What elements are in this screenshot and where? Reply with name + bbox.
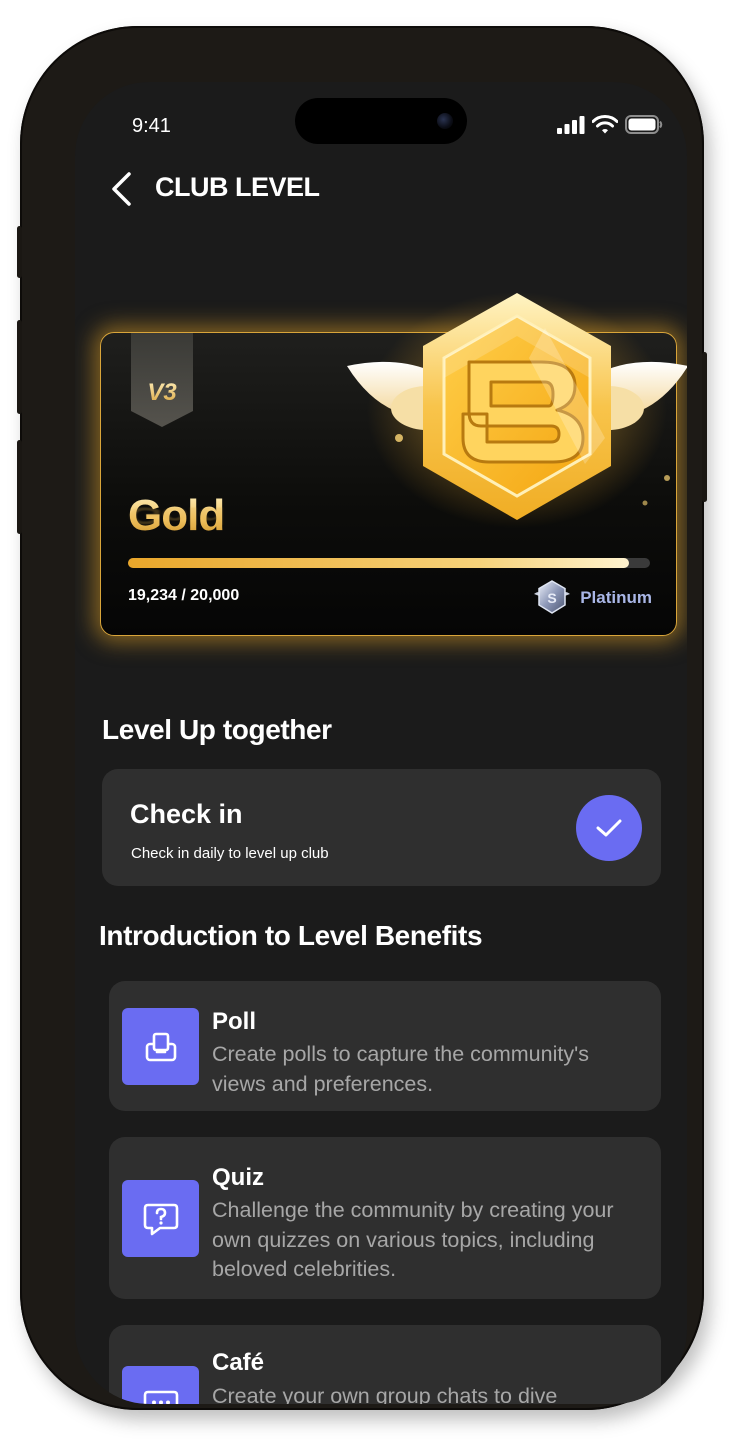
dynamic-island bbox=[295, 98, 467, 144]
wifi-icon bbox=[592, 115, 618, 134]
status-time: 9:41 bbox=[132, 115, 171, 137]
gold-level-badge-icon bbox=[347, 292, 687, 528]
benefits-section-title: Introduction to Level Benefits bbox=[99, 920, 483, 951]
tier-name-reflection: Gold bbox=[128, 502, 225, 529]
checkin-title: Check in bbox=[130, 799, 243, 829]
benefit-description: Challenge the community by creating your… bbox=[212, 1198, 614, 1281]
cellular-signal-icon bbox=[557, 115, 585, 134]
volume-down-button bbox=[17, 440, 22, 534]
action-button bbox=[17, 226, 22, 278]
level-progress-bar bbox=[128, 558, 650, 568]
benefit-description: Create polls to capture the community's … bbox=[212, 1042, 589, 1096]
camera-icon bbox=[437, 113, 453, 129]
benefit-description: Create your own group chats to dive bbox=[212, 1384, 558, 1404]
level-progress-fill bbox=[128, 558, 630, 568]
rank-ribbon-icon: V3 bbox=[131, 333, 193, 427]
checkin-card[interactable]: Check in Check in daily to level up club bbox=[102, 769, 661, 886]
svg-text:S: S bbox=[548, 590, 557, 606]
checkmark-icon bbox=[596, 819, 622, 837]
next-tier-label: Platinum bbox=[580, 588, 652, 607]
page-title: CLUB LEVEL bbox=[155, 172, 320, 202]
checkin-subtitle: Check in daily to level up club bbox=[131, 845, 329, 862]
poll-icon bbox=[145, 1032, 176, 1061]
points-counter: 19,234 / 20,000 bbox=[128, 587, 240, 604]
benefit-card-quiz[interactable]: Quiz Challenge the community by creating… bbox=[109, 1137, 661, 1299]
rank-badge-text: V3 bbox=[147, 379, 177, 406]
benefit-title: Quiz bbox=[212, 1164, 264, 1191]
benefit-card-cafe[interactable]: Café Create your own group chats to dive bbox=[109, 1325, 661, 1404]
phone-frame: 9:41 CLUB LEVEL V3 Gold Gold 19,234 / 20… bbox=[17, 26, 707, 1410]
next-tier: S Platinum bbox=[532, 579, 652, 617]
platinum-badge-icon: S bbox=[534, 580, 571, 614]
back-chevron-icon[interactable] bbox=[109, 170, 135, 208]
volume-up-button bbox=[17, 320, 22, 414]
app-screen: 9:41 CLUB LEVEL V3 Gold Gold 19,234 / 20… bbox=[75, 82, 687, 1404]
quiz-icon bbox=[143, 1203, 178, 1235]
quiz-icon-tile bbox=[122, 1180, 199, 1257]
benefit-card-poll[interactable]: Poll Create polls to capture the communi… bbox=[109, 981, 661, 1111]
level-up-section-title: Level Up together bbox=[102, 714, 332, 745]
poll-icon-tile bbox=[122, 1008, 199, 1085]
benefit-title: Café bbox=[212, 1349, 265, 1376]
status-icons bbox=[557, 115, 663, 134]
power-button bbox=[702, 352, 707, 502]
checkin-button[interactable] bbox=[576, 795, 642, 861]
chat-icon bbox=[143, 1390, 178, 1404]
chat-icon-tile bbox=[122, 1366, 199, 1404]
benefit-title: Poll bbox=[212, 1008, 257, 1035]
battery-icon bbox=[625, 115, 663, 134]
